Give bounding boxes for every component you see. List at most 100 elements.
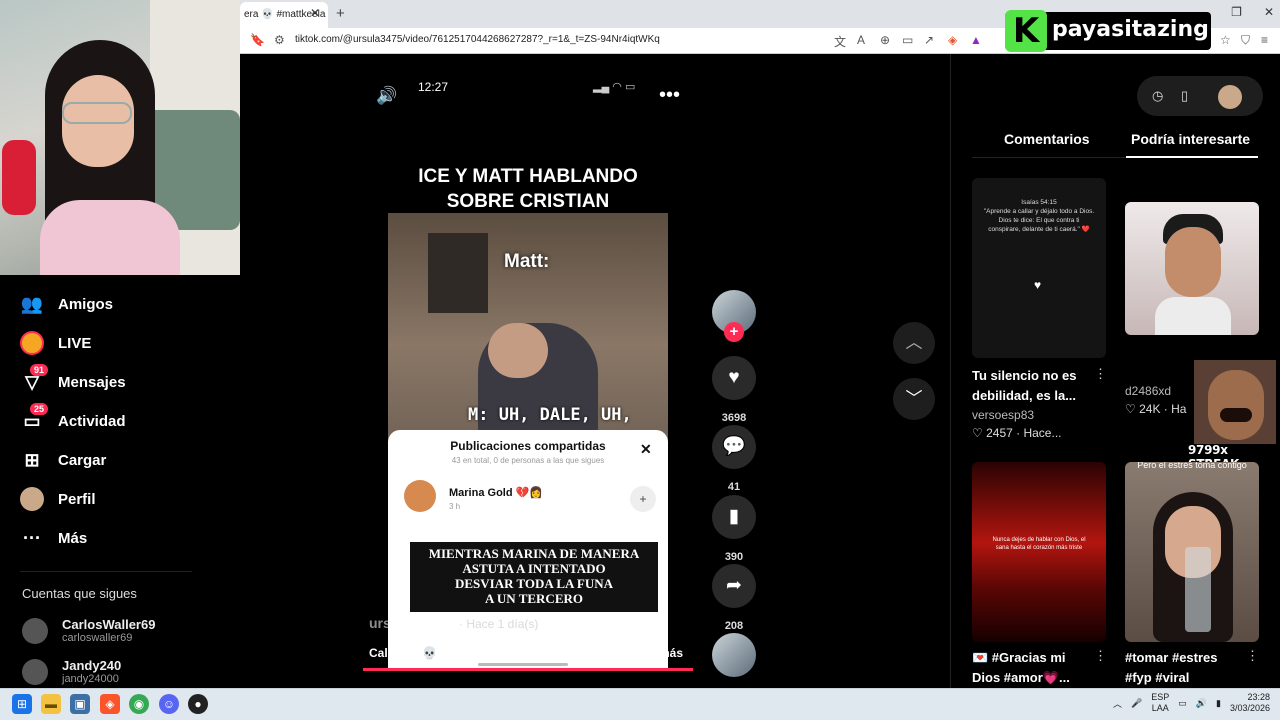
file-explorer-icon[interactable]: ▬: [41, 694, 61, 714]
favorites-icon[interactable]: ☆: [1220, 33, 1231, 47]
vpn-shield-icon[interactable]: ⛉: [1241, 33, 1250, 48]
video-overlay-label: Matt:: [504, 251, 550, 272]
comment-icon[interactable]: 💬: [712, 425, 756, 469]
suggested-video-title[interactable]: Tu silencio no es debilidad, es la...: [972, 366, 1087, 406]
suggested-video-thumb[interactable]: Isaías 54:15 "Aprende a callar y déjalo …: [972, 178, 1106, 358]
shared-panel-subtitle: 43 en total, 0 de personas a las que sig…: [451, 456, 605, 465]
video-scrub-handle[interactable]: [478, 663, 568, 666]
upload-icon: ⊞: [24, 449, 40, 470]
share-page-icon[interactable]: ↗: [924, 33, 934, 47]
cast-icon[interactable]: ▭: [902, 33, 913, 47]
sidebar-item-more[interactable]: ··· Más: [20, 523, 87, 553]
speaker-icon[interactable]: 🔊: [1196, 698, 1207, 709]
suggested-video-title[interactable]: 💌 #Gracias mi Dios #amor💗...: [972, 648, 1087, 688]
brave-shield-icon[interactable]: ◈: [948, 33, 957, 47]
following-account[interactable]: Jandy240 jandy24000: [22, 658, 121, 685]
chrome-icon[interactable]: ◉: [129, 694, 149, 714]
sidebar-item-profile[interactable]: Perfil: [20, 484, 96, 514]
sharer-name[interactable]: Marina Gold 💔👩: [449, 486, 543, 499]
share-icon[interactable]: ➦: [712, 564, 756, 608]
close-window-icon[interactable]: ✕: [1264, 5, 1274, 19]
timer-icon[interactable]: ◷: [1152, 88, 1163, 104]
browser-menu-icon[interactable]: ≡: [1261, 33, 1268, 47]
save-action[interactable]: ▮ 390: [712, 495, 756, 563]
suggested-video-user[interactable]: d2486xd: [1125, 384, 1171, 398]
activity-badge: 25: [30, 402, 49, 415]
sharer-avatar[interactable]: [404, 480, 436, 512]
maximize-icon[interactable]: ❐: [1231, 5, 1242, 19]
caption-more-link[interactable]: más: [659, 646, 683, 660]
video-options-icon[interactable]: •••: [659, 84, 680, 107]
sidebar-item-friends[interactable]: 👥 Amigos: [20, 289, 113, 319]
next-video-icon[interactable]: ﹀: [893, 378, 935, 420]
previous-video-icon[interactable]: ︿: [893, 322, 935, 364]
suggested-video-thumb[interactable]: Pero el estrés toma contigo: [1125, 462, 1259, 642]
network-icon[interactable]: ▭: [1178, 698, 1187, 709]
discord-icon[interactable]: ☺: [159, 694, 179, 714]
messages-badge: 91: [30, 363, 49, 376]
account-username: jandy24000: [62, 673, 119, 685]
new-tab-icon[interactable]: +: [336, 5, 345, 22]
heart-icon[interactable]: ♥: [712, 356, 756, 400]
sidebar-item-upload[interactable]: ⊞ Cargar: [20, 445, 106, 475]
zoom-icon[interactable]: ⊕: [880, 33, 890, 47]
following-account[interactable]: CarlosWaller69 carloswaller69: [22, 617, 155, 644]
tab-suggested[interactable]: Podría interesarte: [1131, 131, 1250, 147]
phone-status-icons: ▂▄ ◠ ▭: [593, 81, 636, 93]
brave-icon[interactable]: ◈: [100, 694, 120, 714]
video-progress-bar[interactable]: [363, 668, 693, 671]
suggested-video-likes: ♡ 2457 · Hace...: [972, 426, 1062, 440]
user-avatar[interactable]: [1218, 85, 1242, 109]
obs-icon[interactable]: ●: [188, 694, 208, 714]
add-user-icon[interactable]: +: [630, 486, 656, 512]
language-icon[interactable]: A: [857, 33, 865, 47]
shared-panel-title: Publicaciones compartidas: [450, 439, 606, 453]
save-count: 390: [724, 551, 744, 563]
tab-comments[interactable]: Comentarios: [1004, 131, 1090, 147]
device-icon[interactable]: ▯: [1181, 88, 1188, 104]
profile-avatar: [20, 487, 44, 511]
translate-icon[interactable]: 文: [834, 33, 846, 50]
system-tray: ︿ 🎤 ESP LAA ▭ 🔊 ▮ 23:28 3/03/2026: [1113, 692, 1270, 714]
bookmark-icon[interactable]: 🔖: [250, 33, 265, 47]
url-field[interactable]: tiktok.com/@ursula3475/video/76125170442…: [295, 34, 660, 45]
suggested-video-title[interactable]: #tomar #estres #fyp #viral: [1125, 648, 1240, 688]
music-disc-icon[interactable]: [712, 633, 756, 677]
video-title: ICE Y MATT HABLANDO SOBRE CRISTIAN: [418, 166, 638, 212]
share-action[interactable]: ➦ 208: [712, 564, 756, 632]
card-menu-icon[interactable]: ⋮: [1246, 648, 1259, 664]
microphone-icon[interactable]: 🎤: [1131, 698, 1142, 709]
window-app-icon[interactable]: ▣: [70, 694, 90, 714]
volume-icon[interactable]: 🔊: [376, 86, 397, 106]
bookmark-icon[interactable]: ▮: [712, 495, 756, 539]
sidebar-item-activity[interactable]: ▭ 25 Actividad: [20, 402, 126, 436]
shared-post-image-text: MIENTRAS MARINA DE MANERA ASTUTA A INTEN…: [410, 542, 658, 612]
sidebar-item-live[interactable]: LIVE: [20, 328, 91, 358]
like-action[interactable]: ♥ 3698: [712, 356, 756, 424]
comment-count: 41: [727, 481, 741, 493]
start-icon[interactable]: ⊞: [12, 694, 32, 714]
account-username: carloswaller69: [62, 632, 133, 644]
clock[interactable]: 23:28 3/03/2026: [1230, 692, 1270, 714]
more-icon: ···: [23, 527, 41, 548]
comment-action[interactable]: 💬 41: [712, 425, 756, 493]
follow-plus-icon[interactable]: +: [724, 322, 744, 342]
video-author[interactable]: ursula3475: [369, 615, 442, 631]
activity-icon: ▭ 25: [20, 402, 49, 432]
card-menu-icon[interactable]: ⋮: [1094, 366, 1107, 382]
suggested-video-thumb[interactable]: [1125, 202, 1259, 335]
suggested-video-thumb[interactable]: Nunca dejes de hablar con Dios, el sana …: [972, 462, 1106, 642]
battery-icon[interactable]: ▮: [1216, 698, 1221, 709]
card-menu-icon[interactable]: ⋮: [1094, 648, 1107, 664]
suggested-video-user[interactable]: versoesp83: [972, 408, 1034, 422]
site-settings-icon[interactable]: ⚙: [274, 33, 285, 47]
active-tab-indicator: [1126, 156, 1258, 158]
tray-expand-icon[interactable]: ︿: [1113, 697, 1122, 710]
account-name: CarlosWaller69: [62, 617, 156, 632]
language-indicator[interactable]: ESP LAA: [1151, 692, 1169, 714]
rewards-icon[interactable]: ▲: [970, 33, 982, 47]
suggested-video-likes: ♡ 24K · Ha: [1125, 402, 1187, 416]
tab-close-icon[interactable]: ✕: [310, 6, 320, 20]
close-icon[interactable]: ✕: [640, 441, 652, 458]
sidebar-item-messages[interactable]: ▽ 91 Mensajes: [20, 363, 126, 397]
